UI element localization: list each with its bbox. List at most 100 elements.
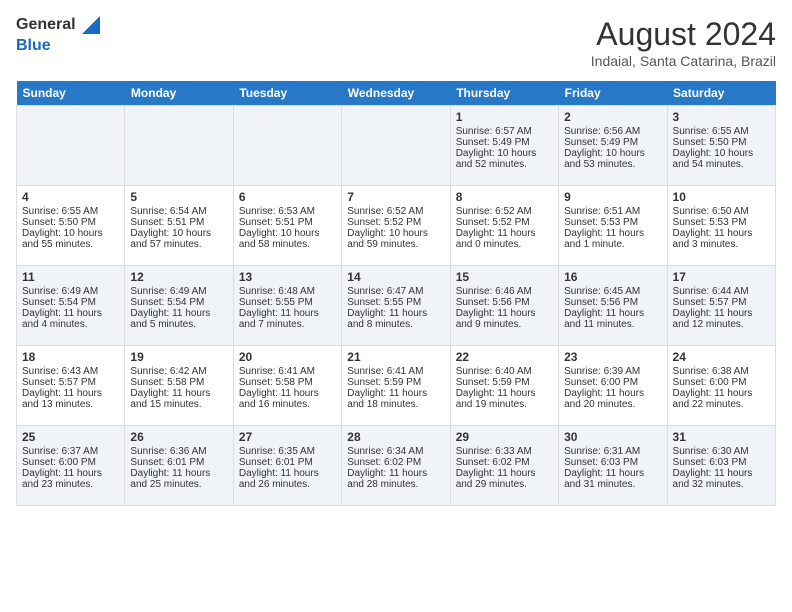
- logo-general-text: General: [16, 16, 76, 34]
- day-cell: 10Sunrise: 6:50 AMSunset: 5:53 PMDayligh…: [667, 186, 775, 266]
- day-cell: 12Sunrise: 6:49 AMSunset: 5:54 PMDayligh…: [125, 266, 233, 346]
- day-number: 11: [22, 270, 119, 284]
- sunrise-text: Sunrise: 6:30 AM: [673, 446, 770, 457]
- day-number: 22: [456, 350, 553, 364]
- logo: General Blue: [16, 16, 100, 55]
- sunset-text: Sunset: 5:58 PM: [130, 377, 227, 388]
- daylight-text: Daylight: 10 hours and 55 minutes.: [22, 228, 119, 250]
- day-number: 14: [347, 270, 444, 284]
- day-number: 24: [673, 350, 770, 364]
- sunrise-text: Sunrise: 6:39 AM: [564, 366, 661, 377]
- header-thursday: Thursday: [450, 81, 558, 106]
- daylight-text: Daylight: 11 hours and 25 minutes.: [130, 468, 227, 490]
- day-number: 3: [673, 110, 770, 124]
- day-number: 12: [130, 270, 227, 284]
- day-cell: 4Sunrise: 6:55 AMSunset: 5:50 PMDaylight…: [17, 186, 125, 266]
- day-number: 28: [347, 430, 444, 444]
- sunset-text: Sunset: 5:49 PM: [564, 137, 661, 148]
- header-tuesday: Tuesday: [233, 81, 341, 106]
- day-number: 10: [673, 190, 770, 204]
- location-subtitle: Indaial, Santa Catarina, Brazil: [591, 53, 776, 69]
- daylight-text: Daylight: 11 hours and 13 minutes.: [22, 388, 119, 410]
- sunset-text: Sunset: 6:03 PM: [564, 457, 661, 468]
- sunrise-text: Sunrise: 6:34 AM: [347, 446, 444, 457]
- sunrise-text: Sunrise: 6:41 AM: [239, 366, 336, 377]
- day-number: 30: [564, 430, 661, 444]
- day-number: 7: [347, 190, 444, 204]
- calendar-header: Sunday Monday Tuesday Wednesday Thursday…: [17, 81, 776, 106]
- week-row-2: 4Sunrise: 6:55 AMSunset: 5:50 PMDaylight…: [17, 186, 776, 266]
- day-cell: [125, 106, 233, 186]
- sunset-text: Sunset: 5:49 PM: [456, 137, 553, 148]
- daylight-text: Daylight: 11 hours and 16 minutes.: [239, 388, 336, 410]
- sunrise-text: Sunrise: 6:33 AM: [456, 446, 553, 457]
- day-number: 21: [347, 350, 444, 364]
- sunrise-text: Sunrise: 6:46 AM: [456, 286, 553, 297]
- day-cell: 2Sunrise: 6:56 AMSunset: 5:49 PMDaylight…: [559, 106, 667, 186]
- day-cell: 16Sunrise: 6:45 AMSunset: 5:56 PMDayligh…: [559, 266, 667, 346]
- day-number: 2: [564, 110, 661, 124]
- daylight-text: Daylight: 11 hours and 4 minutes.: [22, 308, 119, 330]
- daylight-text: Daylight: 11 hours and 8 minutes.: [347, 308, 444, 330]
- sunrise-text: Sunrise: 6:31 AM: [564, 446, 661, 457]
- day-cell: [17, 106, 125, 186]
- daylight-text: Daylight: 11 hours and 22 minutes.: [673, 388, 770, 410]
- day-cell: [342, 106, 450, 186]
- day-number: 17: [673, 270, 770, 284]
- daylight-text: Daylight: 11 hours and 26 minutes.: [239, 468, 336, 490]
- day-cell: 9Sunrise: 6:51 AMSunset: 5:53 PMDaylight…: [559, 186, 667, 266]
- sunset-text: Sunset: 5:59 PM: [347, 377, 444, 388]
- day-number: 18: [22, 350, 119, 364]
- day-cell: 27Sunrise: 6:35 AMSunset: 6:01 PMDayligh…: [233, 426, 341, 506]
- header-row: Sunday Monday Tuesday Wednesday Thursday…: [17, 81, 776, 106]
- sunrise-text: Sunrise: 6:57 AM: [456, 126, 553, 137]
- sunset-text: Sunset: 5:57 PM: [22, 377, 119, 388]
- sunrise-text: Sunrise: 6:51 AM: [564, 206, 661, 217]
- sunrise-text: Sunrise: 6:49 AM: [130, 286, 227, 297]
- sunset-text: Sunset: 5:50 PM: [673, 137, 770, 148]
- sunset-text: Sunset: 6:00 PM: [22, 457, 119, 468]
- sunset-text: Sunset: 5:52 PM: [347, 217, 444, 228]
- sunset-text: Sunset: 5:53 PM: [673, 217, 770, 228]
- day-cell: 28Sunrise: 6:34 AMSunset: 6:02 PMDayligh…: [342, 426, 450, 506]
- header-wednesday: Wednesday: [342, 81, 450, 106]
- day-number: 20: [239, 350, 336, 364]
- daylight-text: Daylight: 10 hours and 57 minutes.: [130, 228, 227, 250]
- daylight-text: Daylight: 10 hours and 53 minutes.: [564, 148, 661, 170]
- day-cell: 1Sunrise: 6:57 AMSunset: 5:49 PMDaylight…: [450, 106, 558, 186]
- daylight-text: Daylight: 11 hours and 11 minutes.: [564, 308, 661, 330]
- sunset-text: Sunset: 5:54 PM: [22, 297, 119, 308]
- header-monday: Monday: [125, 81, 233, 106]
- sunset-text: Sunset: 5:51 PM: [239, 217, 336, 228]
- sunrise-text: Sunrise: 6:42 AM: [130, 366, 227, 377]
- header-saturday: Saturday: [667, 81, 775, 106]
- day-cell: 25Sunrise: 6:37 AMSunset: 6:00 PMDayligh…: [17, 426, 125, 506]
- day-number: 8: [456, 190, 553, 204]
- day-cell: 15Sunrise: 6:46 AMSunset: 5:56 PMDayligh…: [450, 266, 558, 346]
- sunrise-text: Sunrise: 6:40 AM: [456, 366, 553, 377]
- day-cell: 11Sunrise: 6:49 AMSunset: 5:54 PMDayligh…: [17, 266, 125, 346]
- day-number: 13: [239, 270, 336, 284]
- sunset-text: Sunset: 6:01 PM: [130, 457, 227, 468]
- day-cell: 13Sunrise: 6:48 AMSunset: 5:55 PMDayligh…: [233, 266, 341, 346]
- daylight-text: Daylight: 11 hours and 29 minutes.: [456, 468, 553, 490]
- daylight-text: Daylight: 11 hours and 32 minutes.: [673, 468, 770, 490]
- title-area: August 2024 Indaial, Santa Catarina, Bra…: [591, 16, 776, 69]
- day-cell: 30Sunrise: 6:31 AMSunset: 6:03 PMDayligh…: [559, 426, 667, 506]
- logo-blue-text: Blue: [16, 37, 51, 54]
- daylight-text: Daylight: 11 hours and 0 minutes.: [456, 228, 553, 250]
- sunrise-text: Sunrise: 6:45 AM: [564, 286, 661, 297]
- day-cell: 5Sunrise: 6:54 AMSunset: 5:51 PMDaylight…: [125, 186, 233, 266]
- sunset-text: Sunset: 5:53 PM: [564, 217, 661, 228]
- sunset-text: Sunset: 5:58 PM: [239, 377, 336, 388]
- day-number: 19: [130, 350, 227, 364]
- sunset-text: Sunset: 5:57 PM: [673, 297, 770, 308]
- daylight-text: Daylight: 11 hours and 7 minutes.: [239, 308, 336, 330]
- day-number: 27: [239, 430, 336, 444]
- sunset-text: Sunset: 6:01 PM: [239, 457, 336, 468]
- day-cell: 31Sunrise: 6:30 AMSunset: 6:03 PMDayligh…: [667, 426, 775, 506]
- sunrise-text: Sunrise: 6:41 AM: [347, 366, 444, 377]
- sunset-text: Sunset: 6:02 PM: [347, 457, 444, 468]
- daylight-text: Daylight: 11 hours and 19 minutes.: [456, 388, 553, 410]
- sunset-text: Sunset: 6:03 PM: [673, 457, 770, 468]
